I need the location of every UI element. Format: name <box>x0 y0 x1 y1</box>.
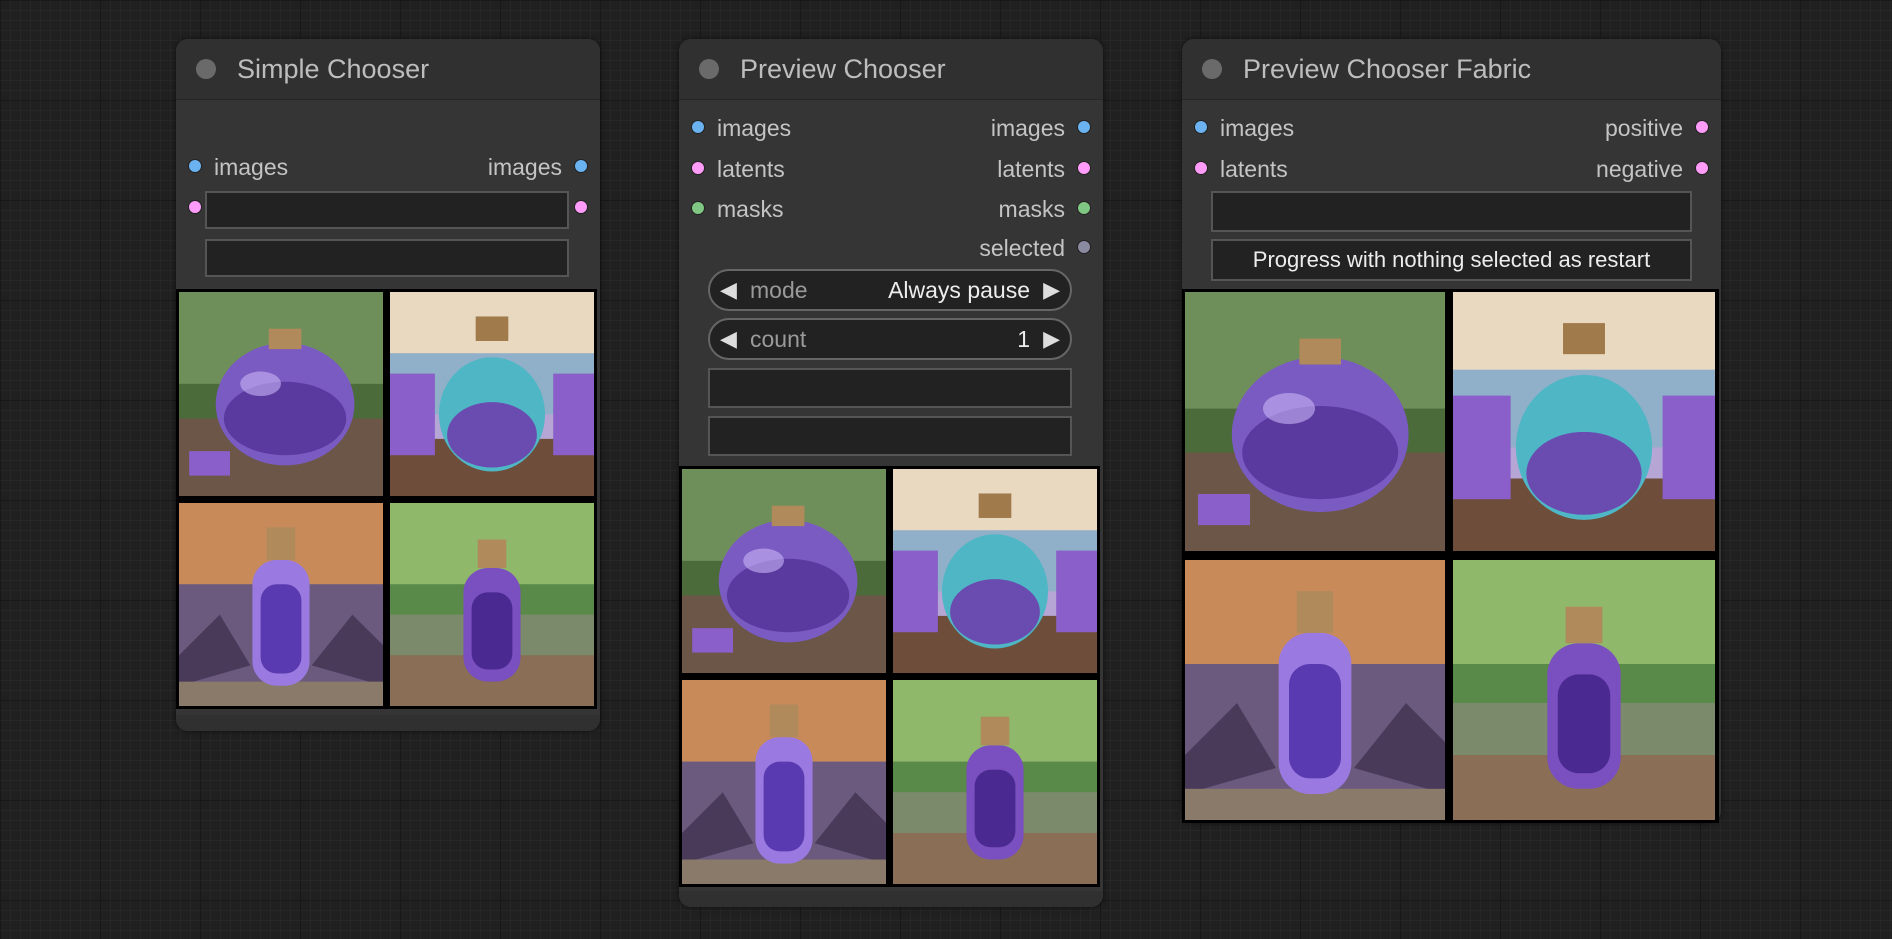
tall-bottle-galaxy-canyon-icon <box>1185 560 1445 820</box>
round-flask-purple-lavender-icon <box>1185 292 1445 551</box>
bottle-galaxy-forest-icon <box>390 503 594 706</box>
slot-row-latents: latents negative <box>1182 152 1721 186</box>
node-footer <box>176 715 600 731</box>
output-slot-latents-icon[interactable] <box>574 200 588 214</box>
preview-chooser-fabric-node[interactable]: Preview Chooser Fabric images positive l… <box>1182 39 1721 823</box>
image-gallery <box>176 289 597 709</box>
node-title: Preview Chooser <box>740 54 946 84</box>
thumbnail-1[interactable] <box>682 469 886 673</box>
output-label-masks: masks <box>998 196 1065 222</box>
hidden-widget-field[interactable] <box>205 191 569 229</box>
image-gallery <box>1182 289 1719 823</box>
thumbnail-2[interactable] <box>390 292 594 496</box>
input-slot-latents-icon[interactable] <box>691 161 705 175</box>
hidden-widget-field[interactable] <box>1211 191 1692 232</box>
thumbnail-4[interactable] <box>893 680 1097 884</box>
slot-row-images: images images <box>176 150 600 184</box>
output-slot-positive-icon[interactable] <box>1695 120 1709 134</box>
count-label: count <box>750 326 807 352</box>
preview-chooser-node[interactable]: Preview Chooser images images latents la… <box>679 39 1103 907</box>
round-flask-teal-lake-icon <box>1453 292 1715 551</box>
round-flask-purple-lavender-icon <box>179 292 383 496</box>
input-slot-masks-icon[interactable] <box>691 201 705 215</box>
thumbnail-2[interactable] <box>893 469 1097 673</box>
thumbnail-3[interactable] <box>179 503 383 706</box>
collapse-dot-icon[interactable] <box>699 59 719 79</box>
output-slot-images-icon[interactable] <box>574 159 588 173</box>
input-label-latents: latents <box>717 156 785 182</box>
slot-row-images: images images <box>679 111 1103 145</box>
thumbnail-3[interactable] <box>682 680 886 884</box>
output-slot-images-icon[interactable] <box>1077 120 1091 134</box>
thumbnail-4[interactable] <box>390 503 594 706</box>
output-label-negative: negative <box>1596 156 1683 182</box>
input-label-masks: masks <box>717 196 784 222</box>
tall-bottle-galaxy-canyon-icon <box>682 680 886 884</box>
input-slot-images-icon[interactable] <box>691 120 705 134</box>
input-slot-latents-icon[interactable] <box>188 200 202 214</box>
hidden-widget-field[interactable] <box>205 239 569 277</box>
slot-row-latents: latents latents <box>679 152 1103 186</box>
input-label-images: images <box>1220 115 1295 141</box>
count-increment-icon[interactable]: ▶ <box>1043 320 1060 358</box>
round-flask-teal-lake-icon <box>893 469 1097 673</box>
output-label-latents: latents <box>997 156 1065 182</box>
thumbnail-2[interactable] <box>1453 292 1715 551</box>
collapse-dot-icon[interactable] <box>1202 59 1222 79</box>
output-label-selected: selected <box>979 235 1065 261</box>
output-label-positive: positive <box>1605 115 1683 141</box>
output-label-images: images <box>990 115 1065 141</box>
image-gallery <box>679 466 1100 887</box>
mode-value: Always pause <box>888 277 1030 303</box>
collapse-dot-icon[interactable] <box>196 59 216 79</box>
output-label-images: images <box>487 154 562 180</box>
node-footer <box>679 891 1103 907</box>
node-title-bar[interactable]: Preview Chooser Fabric <box>1182 39 1721 100</box>
input-slot-images-icon[interactable] <box>188 159 202 173</box>
progress-restart-button[interactable]: Progress with nothing selected as restar… <box>1211 239 1692 281</box>
mode-label: mode <box>750 277 808 303</box>
input-label-latents: latents <box>1220 156 1288 182</box>
hidden-widget-field[interactable] <box>708 368 1072 408</box>
input-label-images: images <box>214 154 289 180</box>
slot-row-images: images positive <box>1182 111 1721 145</box>
output-slot-latents-icon[interactable] <box>1077 161 1091 175</box>
slot-row-masks: masks masks <box>679 192 1103 226</box>
round-flask-teal-lake-icon <box>390 292 594 496</box>
round-flask-purple-lavender-icon <box>682 469 886 673</box>
bottle-galaxy-forest-icon <box>893 680 1097 884</box>
mode-combo[interactable]: ◀ mode Always pause ▶ <box>708 269 1072 311</box>
input-label-images: images <box>717 115 792 141</box>
bottle-galaxy-forest-icon <box>1453 560 1715 820</box>
node-title: Simple Chooser <box>237 54 430 84</box>
input-slot-latents-icon[interactable] <box>1194 161 1208 175</box>
thumbnail-3[interactable] <box>1185 560 1445 820</box>
count-value: 1 <box>1017 326 1030 352</box>
mode-increment-icon[interactable]: ▶ <box>1043 271 1060 309</box>
thumbnail-1[interactable] <box>1185 292 1445 551</box>
thumbnail-4[interactable] <box>1453 560 1715 820</box>
output-slot-negative-icon[interactable] <box>1695 161 1709 175</box>
input-slot-images-icon[interactable] <box>1194 120 1208 134</box>
node-title-bar[interactable]: Simple Chooser <box>176 39 600 100</box>
mode-decrement-icon[interactable]: ◀ <box>720 271 737 309</box>
slot-row-selected: selected <box>679 231 1103 265</box>
count-stepper[interactable]: ◀ count 1 ▶ <box>708 318 1072 360</box>
node-title-bar[interactable]: Preview Chooser <box>679 39 1103 100</box>
output-slot-selected-icon[interactable] <box>1077 240 1091 254</box>
hidden-widget-field[interactable] <box>708 416 1072 456</box>
tall-bottle-galaxy-canyon-icon <box>179 503 383 706</box>
node-title: Preview Chooser Fabric <box>1243 54 1532 84</box>
count-decrement-icon[interactable]: ◀ <box>720 320 737 358</box>
simple-chooser-node[interactable]: Simple Chooser images images latents lat… <box>176 39 600 731</box>
thumbnail-1[interactable] <box>179 292 383 496</box>
output-slot-masks-icon[interactable] <box>1077 201 1091 215</box>
